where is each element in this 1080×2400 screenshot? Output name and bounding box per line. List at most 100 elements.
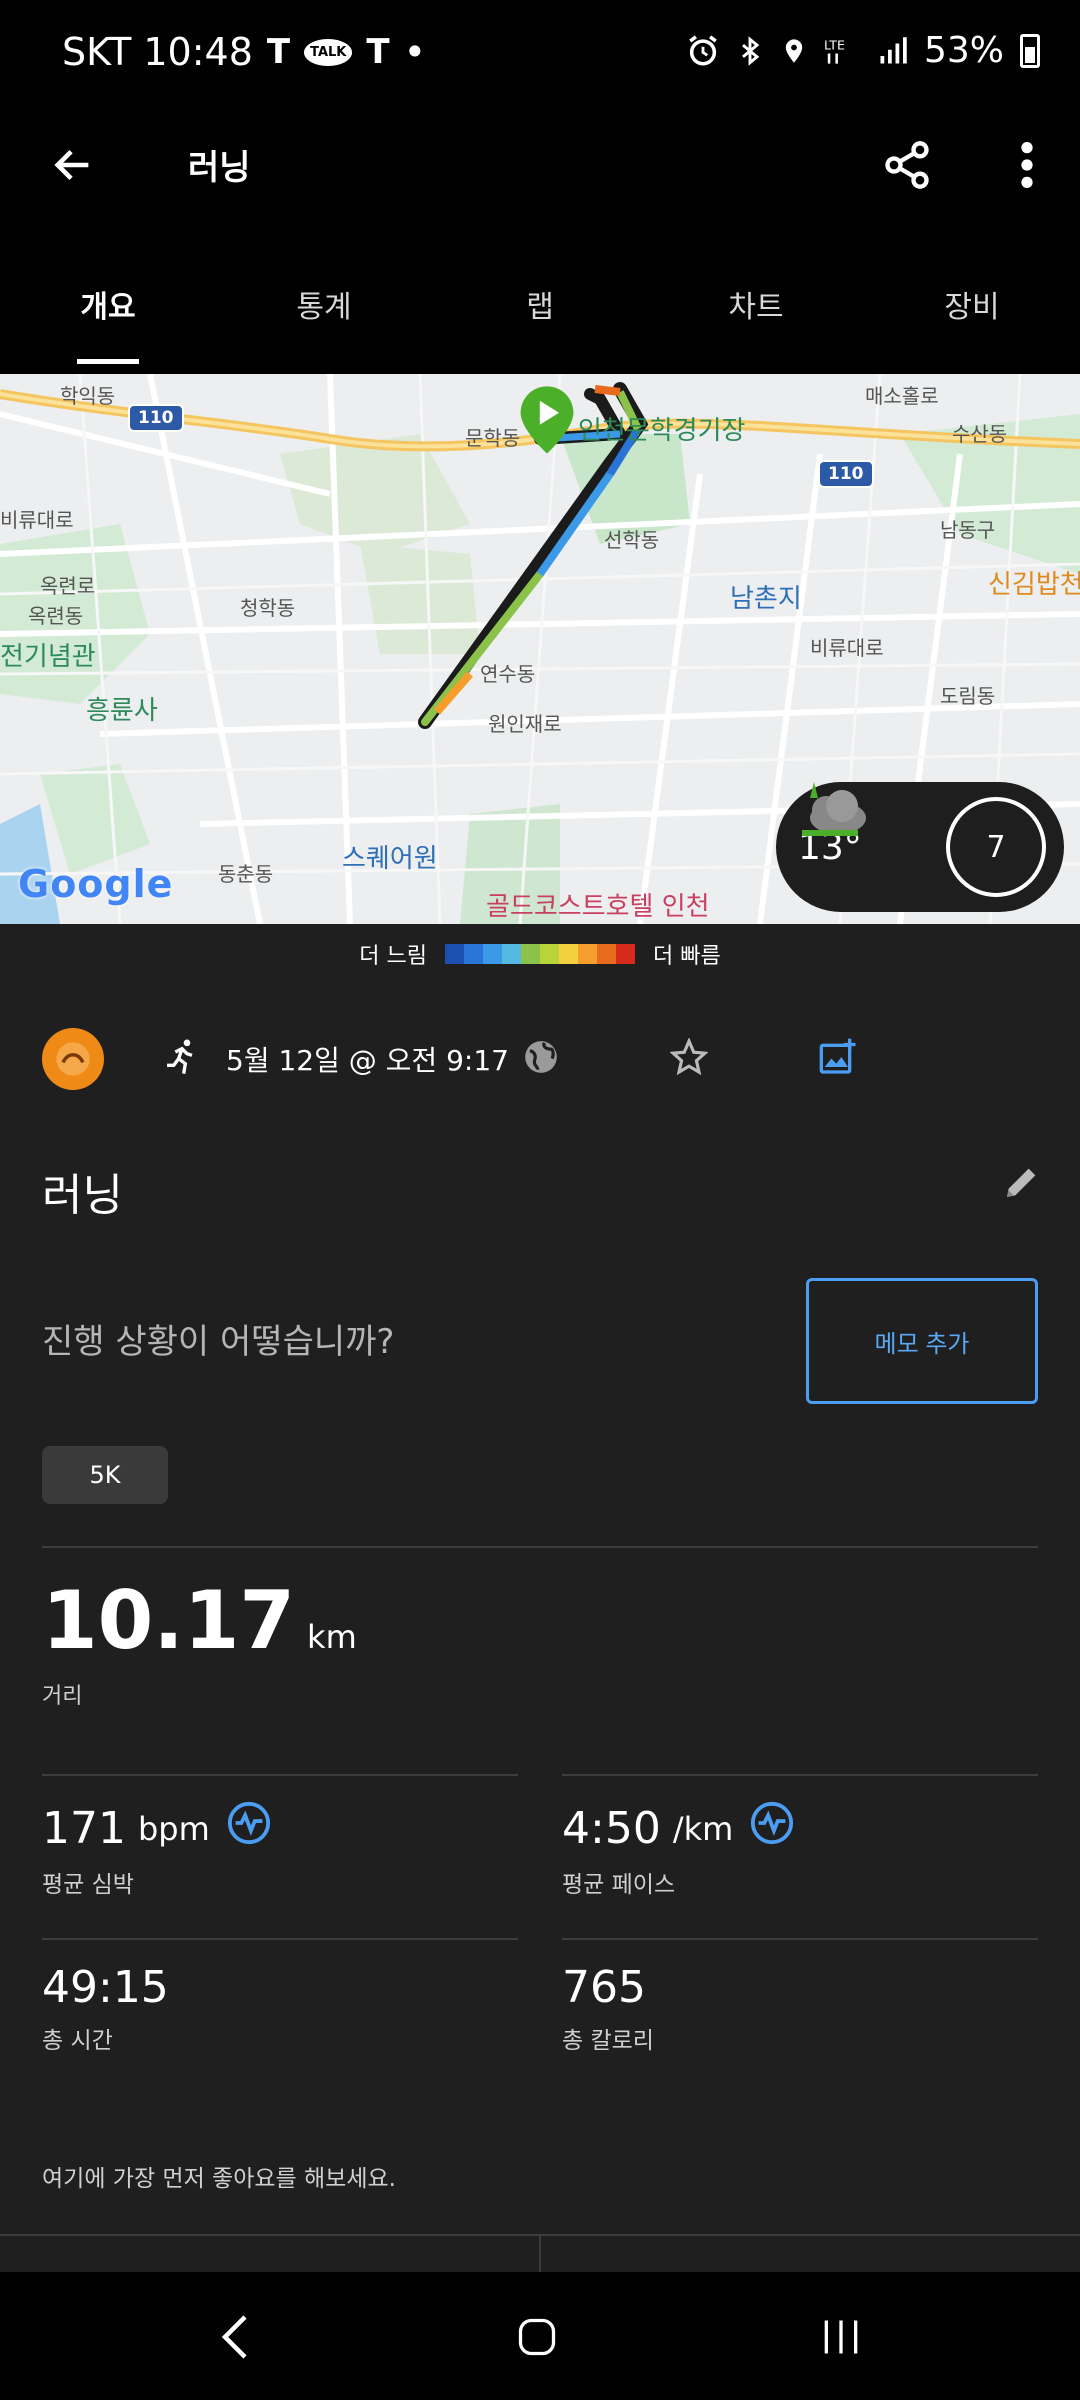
status-bar: SKT 10:48 T TALK T • LTE 53% bbox=[0, 0, 1080, 110]
tab-laps[interactable]: 랩 bbox=[432, 240, 648, 370]
map-label: 옥련동 bbox=[28, 604, 84, 628]
map-label: 스퀘어원 bbox=[342, 844, 438, 874]
status-right: LTE 53% bbox=[686, 30, 1040, 71]
map-label: 매소홀로 bbox=[865, 384, 939, 408]
legend-fast-label: 더 빠름 bbox=[653, 944, 721, 969]
time-label: 총 시간 bbox=[42, 2028, 113, 2054]
gradient-swatch bbox=[616, 944, 635, 964]
heart-rate-label: 평균 심박 bbox=[42, 1872, 134, 1898]
running-icon bbox=[162, 1037, 202, 1081]
map-label: 신김밥천 bbox=[988, 570, 1080, 600]
map-label: 전기념관 bbox=[0, 642, 96, 672]
map-label: 동춘동 bbox=[218, 862, 274, 886]
calories-stat: 765 총 칼로리 bbox=[562, 1962, 654, 2055]
edit-title-button[interactable] bbox=[1002, 1162, 1042, 1206]
how-was-it-prompt: 진행 상황이 어떻습니까? bbox=[42, 1322, 395, 1362]
bluetooth-icon bbox=[742, 35, 760, 66]
pace-zone-icon[interactable] bbox=[749, 1800, 795, 1857]
cell-signal-icon bbox=[880, 36, 907, 63]
legend-slow-label: 더 느림 bbox=[359, 944, 427, 969]
app-bar: 러닝 bbox=[0, 110, 1080, 220]
map-label: 수산동 bbox=[952, 422, 1008, 446]
calories-label: 총 칼로리 bbox=[562, 2028, 654, 2054]
stat-value-row: 171 bpm bbox=[42, 1800, 272, 1857]
divider bbox=[539, 2234, 541, 2274]
highway-110-sign: 110 bbox=[818, 460, 874, 488]
divider bbox=[42, 1546, 1038, 1548]
pace-label: 평균 페이스 bbox=[562, 1872, 676, 1898]
nav-home-icon bbox=[518, 2318, 556, 2356]
map-label-stadium: 인천문학경기장 bbox=[578, 416, 746, 446]
map-label: 남동구 bbox=[940, 518, 996, 542]
map-label: 남촌지 bbox=[730, 584, 802, 614]
map-label: 선학동 bbox=[604, 528, 660, 552]
map-label: 학익동 bbox=[60, 384, 116, 408]
privacy-globe-icon[interactable] bbox=[522, 1038, 560, 1080]
nav-home-button[interactable] bbox=[492, 2302, 582, 2372]
notification-dot-icon: • bbox=[403, 30, 426, 74]
more-vert-icon bbox=[1021, 142, 1033, 188]
gradient-swatch bbox=[559, 944, 578, 964]
gradient-swatch bbox=[597, 944, 616, 964]
add-memo-button[interactable]: 메모 추가 bbox=[806, 1278, 1038, 1404]
t-app-icon-2: T bbox=[366, 32, 390, 72]
pace-gradient bbox=[445, 944, 635, 964]
heart-rate-zone-icon[interactable] bbox=[226, 1800, 272, 1857]
route-map[interactable]: 학익동 매소홀로 수산동 문학동 인천문학경기장 비류대로 남동구 신김밥천 옥… bbox=[0, 374, 1080, 924]
add-photo-icon[interactable] bbox=[818, 1037, 858, 1081]
nav-recents-button[interactable] bbox=[796, 2302, 886, 2372]
system-nav-bar bbox=[0, 2272, 1080, 2400]
map-label: 청학동 bbox=[240, 596, 296, 620]
avg-heart-rate-stat: 171 bpm 평균 심박 bbox=[42, 1800, 272, 1899]
heart-rate-value: 171 bbox=[42, 1803, 126, 1854]
gradient-swatch bbox=[521, 944, 540, 964]
nav-recents-icon bbox=[824, 2320, 858, 2354]
t-app-icon: T bbox=[266, 32, 291, 72]
gradient-swatch bbox=[578, 944, 597, 964]
like-prompt: 여기에 가장 먼저 좋아요를 해보세요. bbox=[42, 2166, 396, 2192]
share-button[interactable] bbox=[874, 132, 940, 198]
gradient-swatch bbox=[483, 944, 502, 964]
pace-unit: /km bbox=[672, 1809, 734, 1848]
map-label: 문학동 bbox=[465, 426, 521, 450]
tab-overview[interactable]: 개요 bbox=[0, 240, 216, 370]
map-label: 원인재로 bbox=[488, 712, 562, 736]
battery-icon bbox=[1020, 33, 1040, 68]
calories-value: 765 bbox=[562, 1962, 646, 2013]
map-label: 골드코스트호텔 인천 bbox=[486, 892, 710, 922]
divider bbox=[562, 1938, 1038, 1940]
activity-date: 5월 12일 @ 오전 9:17 bbox=[226, 1044, 509, 1077]
activity-tag[interactable]: 5K bbox=[42, 1446, 168, 1504]
map-label: 비류대로 bbox=[810, 636, 884, 660]
highway-110-sign: 110 bbox=[128, 404, 184, 432]
gradient-swatch bbox=[540, 944, 559, 964]
pace-value: 4:50 bbox=[562, 1803, 661, 1854]
arrow-back-icon bbox=[54, 149, 89, 181]
location-icon bbox=[785, 38, 803, 63]
more-options-button[interactable] bbox=[994, 132, 1060, 198]
avatar[interactable] bbox=[42, 1028, 104, 1090]
divider bbox=[42, 1774, 518, 1776]
tab-stats[interactable]: 통계 bbox=[216, 240, 432, 370]
stat-value-row: 4:50 /km bbox=[562, 1800, 795, 1857]
page-title: 러닝 bbox=[188, 148, 251, 188]
carrier-time: SKT 10:48 bbox=[62, 30, 253, 74]
back-button[interactable] bbox=[40, 132, 106, 198]
activity-title: 러닝 bbox=[42, 1170, 123, 1221]
distance-value: 10.17 km bbox=[42, 1574, 357, 1667]
divider bbox=[42, 1938, 518, 1940]
nav-back-button[interactable] bbox=[190, 2302, 280, 2372]
map-label: 연수동 bbox=[480, 662, 536, 686]
map-label: 흥륜사 bbox=[86, 696, 158, 726]
map-label: 옥련로 bbox=[40, 574, 96, 598]
favorite-star-icon[interactable] bbox=[669, 1037, 709, 1080]
tab-charts[interactable]: 차트 bbox=[648, 240, 864, 370]
profile-badge-icon bbox=[56, 1042, 90, 1076]
tab-gear[interactable]: 장비 bbox=[864, 240, 1080, 370]
gradient-swatch bbox=[502, 944, 521, 964]
pencil-icon bbox=[1007, 1168, 1036, 1197]
activity-summary: 5월 12일 @ 오전 9:17 러닝 진행 상황이 어떻습니까? 메모 추가 … bbox=[0, 984, 1080, 2274]
divider bbox=[562, 1774, 1038, 1776]
battery-percent: 53% bbox=[923, 30, 1004, 71]
map-label: 도림동 bbox=[940, 684, 996, 708]
